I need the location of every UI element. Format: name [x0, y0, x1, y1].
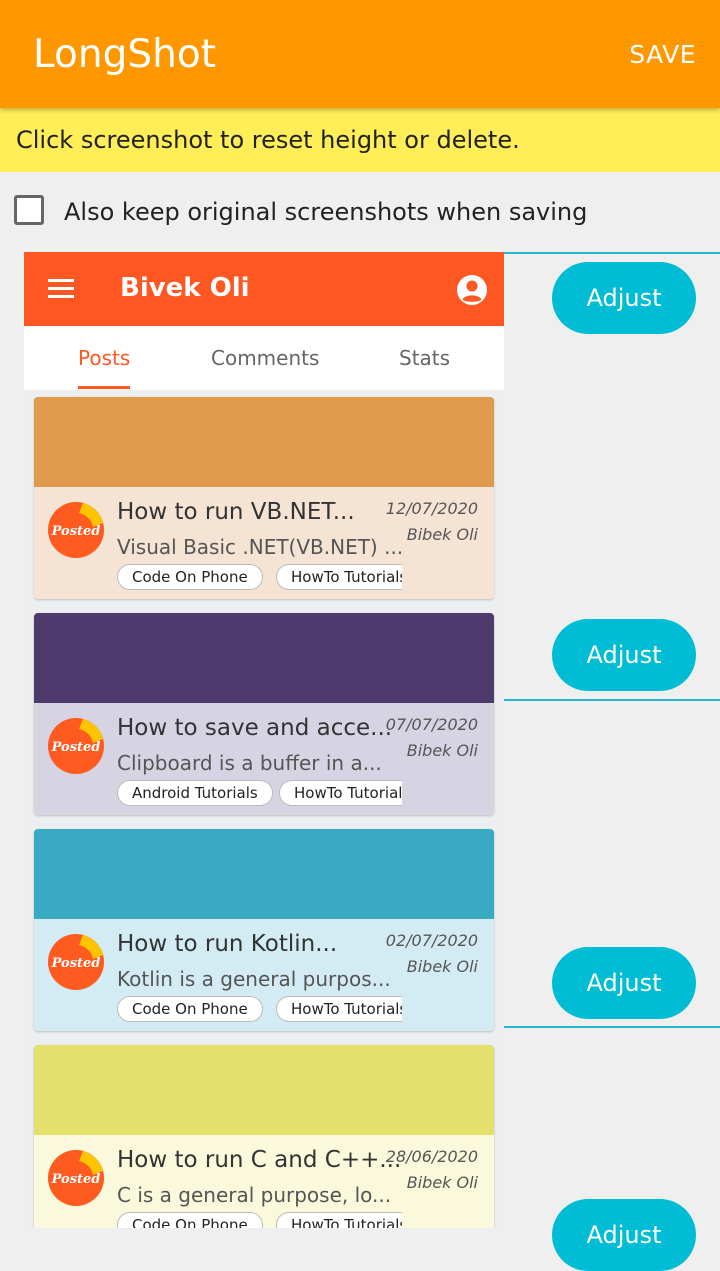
inner-app-title: Bivek Oli [120, 273, 250, 303]
keep-original-checkbox[interactable] [14, 195, 44, 225]
segment-divider [504, 699, 720, 701]
tab-stats: Stats [399, 346, 451, 370]
post-tags: Code On Phone HowTo Tutorials [117, 1212, 402, 1228]
post-author: Bibek Oli [406, 741, 478, 760]
posted-badge-text: Posted [51, 740, 101, 755]
inner-tabs: Posts Comments Stats [24, 326, 504, 390]
post-cover [34, 1045, 494, 1135]
posted-badge-icon: Posted [48, 718, 104, 774]
post-tag: Code On Phone [117, 1212, 263, 1228]
adjust-button[interactable]: Adjust [552, 262, 696, 334]
post-body: Posted How to save and acce... Clipboard i… [34, 703, 494, 815]
adjust-button[interactable]: Adjust [552, 947, 696, 1019]
hint-text: Click screenshot to reset height or dele… [16, 126, 520, 154]
keep-original-row[interactable]: Also keep original screenshots when savi… [0, 172, 720, 252]
posted-badge-text: Posted [51, 524, 101, 539]
post-tag: Android Tutorials [117, 780, 273, 806]
app-bar: LongShot SAVE [0, 0, 720, 108]
post-body: Posted How to run VB.NET... Visual Basic .… [34, 487, 494, 599]
keep-original-label: Also keep original screenshots when savi… [64, 198, 588, 226]
post-date: 28/06/2020 [385, 1147, 478, 1166]
post-cover [34, 613, 494, 703]
posted-badge-text: Posted [51, 956, 101, 971]
posted-badge-icon: Posted [48, 1150, 104, 1206]
posted-badge-text: Posted [51, 1172, 101, 1187]
post-author: Bibek Oli [406, 957, 478, 976]
post-tag: HowTo Tutorials [276, 564, 402, 590]
tab-posts: Posts [78, 346, 131, 370]
post-date: 02/07/2020 [385, 931, 478, 950]
post-tag: Code On Phone [117, 564, 263, 590]
screenshot-preview[interactable]: Bivek Oli Posts Comments Stats Posted How… [24, 252, 504, 1228]
post-card: Posted How to save and acce... Clipboard i… [34, 613, 494, 815]
save-button[interactable]: SAVE [629, 40, 696, 69]
post-author: Bibek Oli [406, 1173, 478, 1192]
post-description: C is a general purpose, lo... [117, 1183, 392, 1207]
post-title: How to run Kotlin... [117, 931, 338, 957]
post-date: 12/07/2020 [385, 499, 478, 518]
segment-divider [504, 1026, 720, 1028]
post-description: Visual Basic .NET(VB.NET) ... [117, 535, 404, 559]
post-description: Clipboard is a buffer in a... [117, 751, 382, 775]
post-title: How to save and acce... [117, 715, 393, 741]
tab-comments: Comments [211, 346, 320, 370]
adjust-button[interactable]: Adjust [552, 1199, 696, 1271]
post-tags: Code On Phone HowTo Tutorials [117, 564, 402, 594]
inner-app-bar: Bivek Oli [24, 252, 504, 326]
adjust-button[interactable]: Adjust [552, 619, 696, 691]
active-tab-indicator [78, 386, 130, 389]
post-body: Posted How to run C and C++... C is a gene… [34, 1135, 494, 1228]
post-cover [34, 397, 494, 487]
post-tag: Code On Phone [117, 996, 263, 1022]
post-title: How to run VB.NET... [117, 499, 355, 525]
post-card: Posted How to run C and C++... C is a gene… [34, 1045, 494, 1228]
post-card: Posted How to run VB.NET... Visual Basic .… [34, 397, 494, 599]
post-title: How to run C and C++... [117, 1147, 402, 1173]
post-description: Kotlin is a general purpos... [117, 967, 391, 991]
account-icon [457, 275, 487, 305]
post-author: Bibek Oli [406, 525, 478, 544]
post-tag: HowTo Tutorials [279, 780, 402, 806]
post-card: Posted How to run Kotlin... Kotlin is a ge… [34, 829, 494, 1031]
post-tags: Code On Phone HowTo Tutorials [117, 996, 402, 1026]
post-cover [34, 829, 494, 919]
posted-badge-icon: Posted [48, 502, 104, 558]
hint-bar: Click screenshot to reset height or dele… [0, 108, 720, 172]
menu-icon [48, 279, 74, 299]
post-tag: HowTo Tutorials [276, 996, 402, 1022]
posted-badge-icon: Posted [48, 934, 104, 990]
post-body: Posted How to run Kotlin... Kotlin is a ge… [34, 919, 494, 1031]
post-tags: Android Tutorials HowTo Tutorials [117, 780, 402, 810]
post-tag: HowTo Tutorials [276, 1212, 402, 1228]
app-title: LongShot [33, 32, 217, 77]
segment-divider [504, 252, 720, 254]
post-date: 07/07/2020 [385, 715, 478, 734]
